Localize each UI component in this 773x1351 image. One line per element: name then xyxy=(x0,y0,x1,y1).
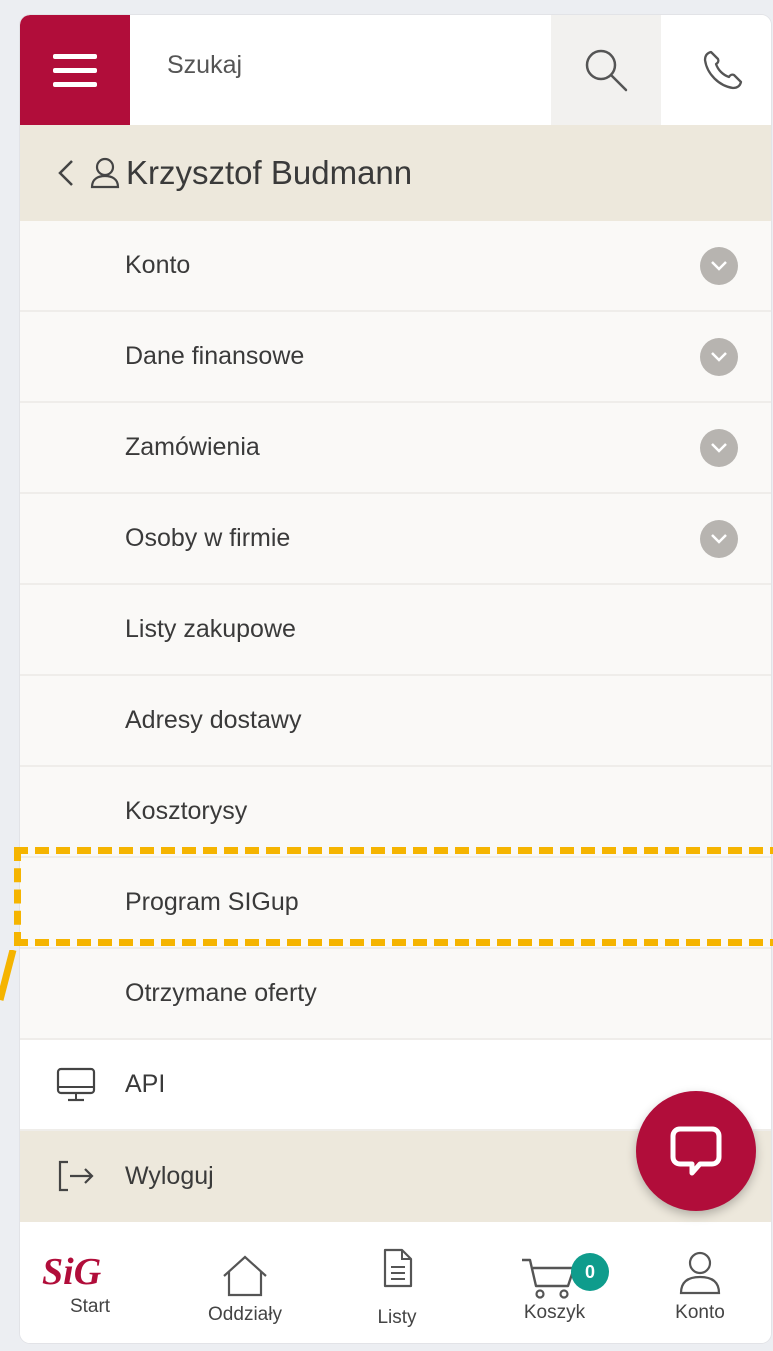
chevron-down-icon[interactable] xyxy=(700,246,738,285)
nav-label: Konto xyxy=(675,1302,725,1323)
nav-listy[interactable]: Listy xyxy=(342,1242,452,1343)
chevron-down-icon[interactable] xyxy=(700,337,738,376)
nav-konto[interactable]: Konto xyxy=(640,1242,760,1343)
bottom-navigation: SiG Start Oddziały Listy 0 Koszyk Konto xyxy=(20,1242,771,1343)
document-icon xyxy=(383,1248,413,1288)
menu-item-zamowienia[interactable]: Zamówienia xyxy=(20,403,771,494)
menu-item-label: Adresy dostawy xyxy=(125,706,302,734)
monitor-icon xyxy=(56,1067,96,1108)
phone-icon xyxy=(703,50,743,90)
highlight-annotation xyxy=(14,847,773,946)
sig-logo: SiG xyxy=(42,1251,102,1290)
menu-item-dane-finansowe[interactable]: Dane finansowe xyxy=(20,312,771,403)
search-button[interactable] xyxy=(551,15,661,125)
annotation-arrow xyxy=(0,950,17,1001)
menu-item-label: Konto xyxy=(125,251,191,279)
cart-icon xyxy=(522,1258,576,1299)
svg-text:SiG: SiG xyxy=(42,1251,102,1290)
nav-label: Oddziały xyxy=(208,1304,282,1325)
menu-item-kosztorysy[interactable]: Kosztorysy xyxy=(20,767,771,858)
nav-start[interactable]: SiG Start xyxy=(30,1242,150,1343)
phone-button[interactable] xyxy=(675,15,771,125)
nav-koszyk[interactable]: 0 Koszyk xyxy=(492,1242,617,1343)
menu-item-konto[interactable]: Konto xyxy=(20,221,771,312)
menu-item-adresy-dostawy[interactable]: Adresy dostawy xyxy=(20,676,771,767)
menu-item-label: Listy zakupowe xyxy=(125,615,296,643)
account-menu: Konto Dane finansowe Zamówienia Osoby w … xyxy=(20,221,771,1222)
user-header-row[interactable]: Krzysztof Budmann xyxy=(20,125,771,221)
logout-label: Wyloguj xyxy=(125,1162,214,1190)
chevron-left-icon xyxy=(58,160,73,186)
menu-item-otrzymane-oferty[interactable]: Otrzymane oferty xyxy=(20,949,771,1040)
menu-item-label: Otrzymane oferty xyxy=(125,979,317,1007)
nav-label: Start xyxy=(69,1296,111,1317)
user-icon xyxy=(679,1251,721,1295)
search-icon xyxy=(585,49,628,92)
chevron-down-icon[interactable] xyxy=(700,519,738,558)
chevron-down-icon[interactable] xyxy=(700,428,738,467)
menu-item-label: Dane finansowe xyxy=(125,342,305,370)
cart-count-badge: 0 xyxy=(571,1253,609,1291)
api-label: API xyxy=(125,1070,166,1098)
chat-button[interactable] xyxy=(636,1091,756,1211)
menu-item-label: Kosztorysy xyxy=(125,797,248,825)
logout-icon xyxy=(56,1159,96,1198)
top-header: Szukaj xyxy=(20,15,771,125)
menu-item-label: Osoby w firmie xyxy=(125,524,291,552)
menu-item-listy-zakupowe[interactable]: Listy zakupowe xyxy=(20,585,771,676)
search-input[interactable]: Szukaj xyxy=(167,51,242,80)
back-button[interactable] xyxy=(56,158,76,188)
chat-bubble-icon xyxy=(670,1126,722,1176)
nav-oddzialy[interactable]: Oddziały xyxy=(185,1242,305,1343)
nav-label: Koszyk xyxy=(523,1302,586,1323)
hamburger-menu-button[interactable] xyxy=(20,15,130,125)
home-icon xyxy=(223,1255,267,1297)
menu-item-osoby-w-firmie[interactable]: Osoby w firmie xyxy=(20,494,771,585)
user-name: Krzysztof Budmann xyxy=(126,154,413,191)
nav-label: Listy xyxy=(377,1307,417,1328)
menu-item-label: Zamówienia xyxy=(125,433,260,461)
hamburger-icon xyxy=(53,53,97,59)
user-icon xyxy=(90,157,120,189)
